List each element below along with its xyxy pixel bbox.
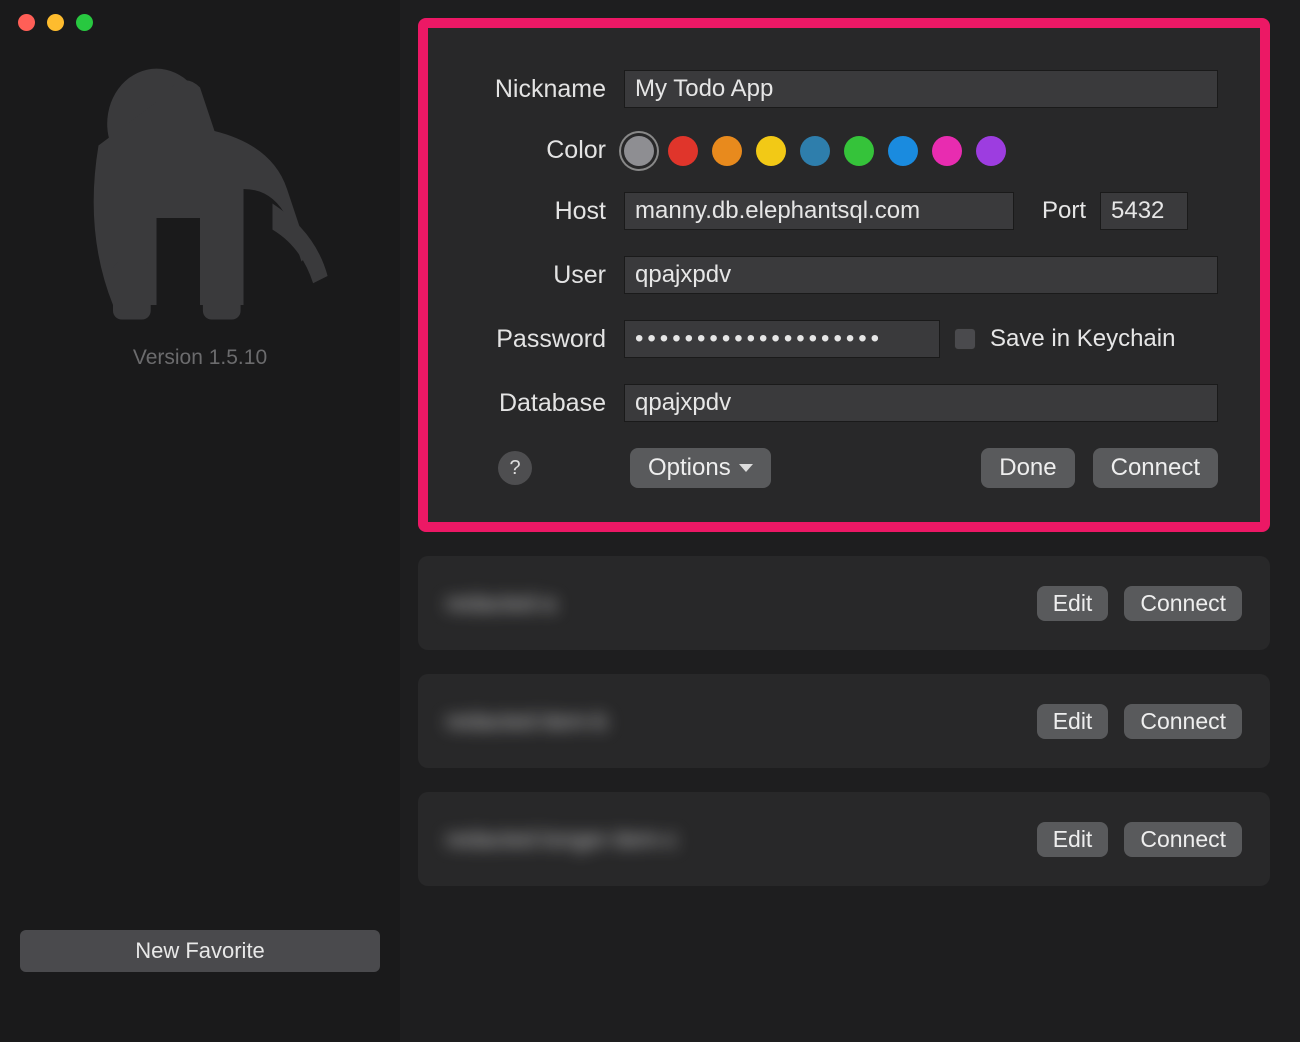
color-swatch-red[interactable] (668, 136, 698, 166)
saved-connection: redacted-a Edit Connect (418, 556, 1270, 650)
connect-button[interactable]: Connect (1124, 822, 1242, 857)
close-icon[interactable] (18, 14, 35, 31)
save-keychain-checkbox[interactable] (954, 328, 976, 350)
connect-button[interactable]: Connect (1124, 586, 1242, 621)
color-swatch-purple[interactable] (976, 136, 1006, 166)
user-input[interactable] (624, 256, 1218, 294)
connection-editor: Nickname Color Host Port (418, 18, 1270, 532)
color-swatch-green[interactable] (844, 136, 874, 166)
edit-button[interactable]: Edit (1037, 704, 1109, 739)
main-panel: Nickname Color Host Port (400, 0, 1300, 1042)
sidebar: Version 1.5.10 New Favorite (0, 0, 400, 1042)
version-label: Version 1.5.10 (133, 346, 267, 370)
color-swatch-magenta[interactable] (932, 136, 962, 166)
help-button[interactable]: ? (498, 451, 532, 485)
port-input[interactable] (1100, 192, 1188, 230)
color-label: Color (444, 136, 624, 165)
color-swatch-yellow[interactable] (756, 136, 786, 166)
app-logo (40, 44, 360, 334)
nickname-input[interactable] (624, 70, 1218, 108)
saved-connections-list: redacted-a Edit Connect redacted-item-b Edit… (418, 556, 1270, 886)
database-input[interactable] (624, 384, 1218, 422)
edit-button[interactable]: Edit (1037, 586, 1109, 621)
elephant-icon (50, 44, 350, 334)
saved-connection-name: redacted-item-b (446, 708, 607, 735)
app-window: Version 1.5.10 New Favorite Nickname Col… (0, 0, 1300, 1042)
user-label: User (444, 261, 624, 290)
color-swatch-gray[interactable] (624, 136, 654, 166)
window-controls (18, 14, 93, 31)
saved-connection-name: redacted-longer-item-c (446, 826, 677, 853)
new-favorite-button[interactable]: New Favorite (20, 930, 380, 972)
save-keychain-label: Save in Keychain (990, 325, 1175, 353)
color-swatch-teal[interactable] (800, 136, 830, 166)
color-swatch-orange[interactable] (712, 136, 742, 166)
minimize-icon[interactable] (47, 14, 64, 31)
host-input[interactable] (624, 192, 1014, 230)
saved-connection-name: redacted-a (446, 590, 556, 617)
done-button[interactable]: Done (981, 448, 1074, 488)
password-input[interactable] (624, 320, 940, 358)
password-label: Password (444, 325, 624, 354)
chevron-down-icon (739, 464, 753, 472)
color-swatches (624, 134, 1006, 166)
database-label: Database (444, 389, 624, 418)
edit-button[interactable]: Edit (1037, 822, 1109, 857)
options-button[interactable]: Options (630, 448, 771, 488)
connect-button[interactable]: Connect (1093, 448, 1218, 488)
maximize-icon[interactable] (76, 14, 93, 31)
port-label: Port (1028, 197, 1086, 225)
saved-connection: redacted-item-b Edit Connect (418, 674, 1270, 768)
connect-button[interactable]: Connect (1124, 704, 1242, 739)
editor-footer: ? Options Done Connect (444, 448, 1218, 488)
host-label: Host (444, 197, 624, 226)
saved-connection: redacted-longer-item-c Edit Connect (418, 792, 1270, 886)
options-button-label: Options (648, 454, 731, 482)
color-swatch-blue[interactable] (888, 136, 918, 166)
nickname-label: Nickname (444, 75, 624, 104)
